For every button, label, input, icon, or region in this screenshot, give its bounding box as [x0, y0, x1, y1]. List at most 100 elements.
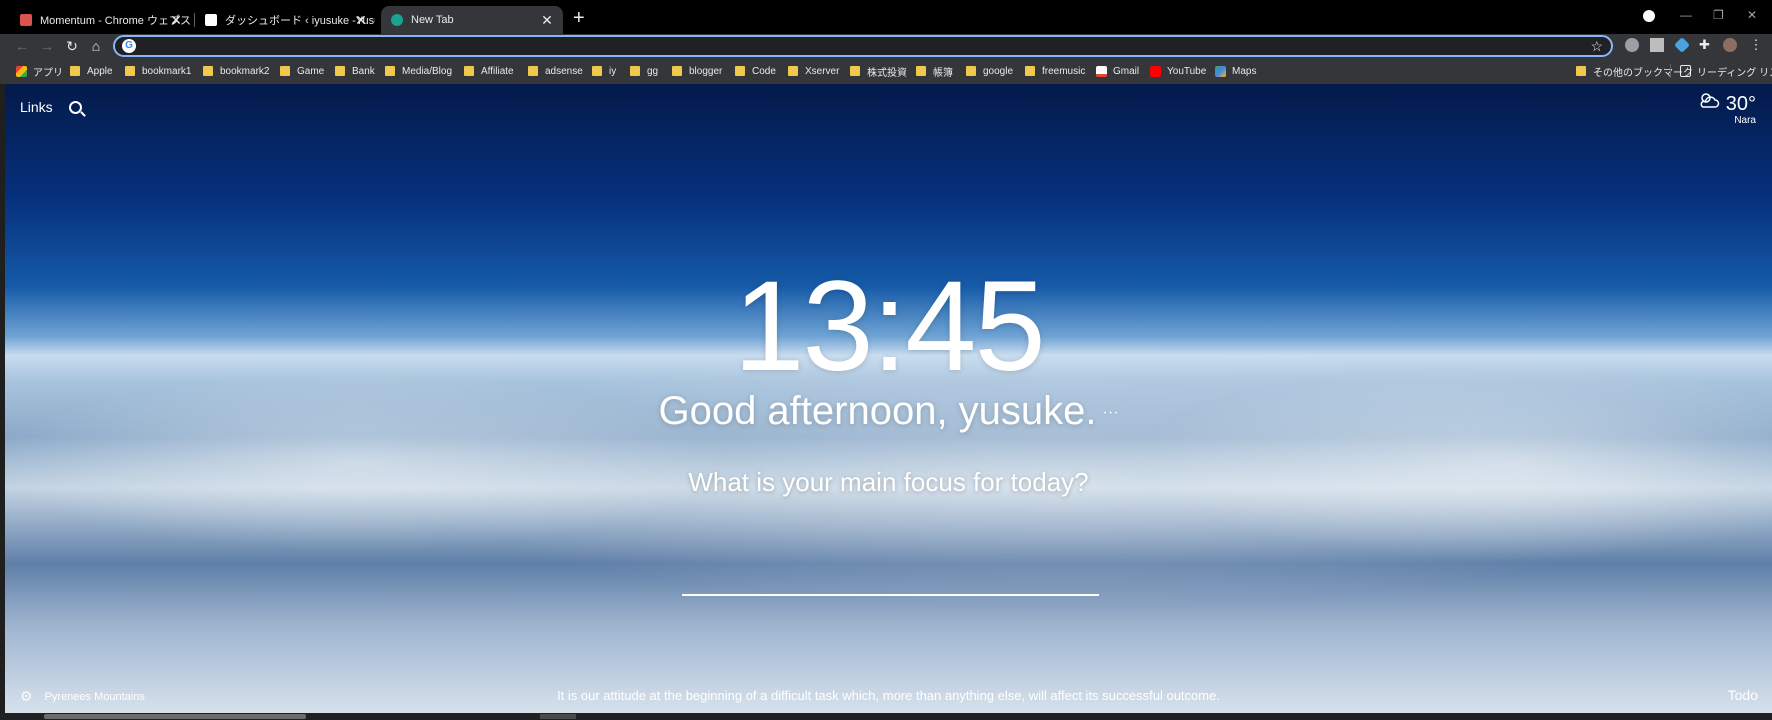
folder-icon [464, 66, 474, 76]
folder-icon [280, 66, 290, 76]
focus-question: What is your main focus for today? [688, 467, 1089, 497]
bookmark-item[interactable]: Bank [335, 64, 375, 78]
reload-icon[interactable]: ↻ [63, 37, 81, 55]
links-button[interactable]: Links [20, 99, 82, 115]
extension-icon[interactable] [1650, 38, 1664, 52]
search-icon[interactable] [68, 100, 82, 114]
bookmark-item[interactable]: Affiliate [464, 64, 514, 78]
bookmark-label: Xserver [805, 65, 840, 77]
folder-icon [788, 66, 798, 76]
apps-grid-icon [16, 65, 27, 77]
horizontal-scrollbar[interactable] [0, 713, 1772, 720]
bookmark-label: Maps [1232, 65, 1257, 77]
greeting-text: Good afternoon, yusuke. [658, 389, 1097, 433]
extension-icon[interactable] [1625, 38, 1639, 52]
folder-icon [672, 66, 682, 76]
folder-icon [592, 66, 602, 76]
daily-quote[interactable]: It is our attitude at the beginning of a… [5, 688, 1772, 703]
weather-widget[interactable]: 30° Nara [1698, 92, 1756, 126]
bookmark-maps[interactable]: Maps [1215, 64, 1256, 78]
bookmark-label: adsense [545, 65, 583, 77]
folder-icon [966, 66, 976, 76]
bookmark-item[interactable]: Game [280, 64, 324, 78]
bookmark-label: 帳簿 [933, 67, 953, 79]
reading-list-button[interactable]: リーディング リスト [1680, 64, 1772, 79]
bookmark-item[interactable]: blogger [672, 64, 722, 78]
close-tab-icon[interactable]: ✕ [168, 12, 184, 28]
back-icon[interactable]: ← [13, 37, 31, 55]
forward-icon[interactable]: → [38, 37, 56, 55]
bookmark-item[interactable]: Apple [70, 64, 113, 78]
bookmark-item[interactable]: bookmark1 [125, 64, 191, 78]
bookmark-item[interactable]: Media/Blog [385, 64, 452, 78]
bookmark-item[interactable]: freemusic [1025, 64, 1085, 78]
home-icon[interactable]: ⌂ [87, 37, 105, 55]
bookmark-item[interactable]: google [966, 64, 1013, 78]
todo-button[interactable]: Todo [1728, 687, 1758, 703]
folder-icon [203, 66, 213, 76]
bookmark-label: blogger [689, 65, 723, 77]
browser-toolbar: ← → ↻ ⌂ G ☆ ✚ ⋮ [0, 34, 1772, 58]
bookmark-label: Code [752, 65, 776, 77]
folder-icon [735, 66, 745, 76]
close-tab-icon[interactable]: ✕ [539, 12, 555, 28]
bookmark-other[interactable]: その他のブックマーク [1576, 64, 1693, 79]
tab-momentum-webstore[interactable]: Momentum - Chrome ウェブストア ✕ [10, 6, 192, 34]
bookmark-item[interactable]: 株式投資 [850, 64, 907, 79]
bookmark-label: bookmark2 [220, 65, 270, 77]
weather-city: Nara [1734, 115, 1756, 126]
folder-icon [630, 66, 640, 76]
close-tab-icon[interactable]: ✕ [353, 12, 369, 28]
bookmark-item[interactable]: bookmark2 [203, 64, 269, 78]
maps-icon [1215, 65, 1226, 77]
restore-icon[interactable]: ❐ [1713, 8, 1724, 22]
bookmark-label: Game [297, 65, 325, 77]
tab-strip: Momentum - Chrome ウェブストア ✕ ダッシュボード ‹ iyu… [0, 0, 1772, 34]
focus-input[interactable] [682, 594, 1099, 596]
bookmark-gmail[interactable]: Gmail [1096, 64, 1139, 78]
temperature: 30° [1725, 92, 1756, 115]
folder-icon [850, 66, 860, 76]
momentum-dashboard: Links 30° Nara 13:45 Good afternoon, yus… [5, 84, 1772, 715]
more-options-icon[interactable]: ··· [1103, 404, 1119, 421]
tab-dashboard[interactable]: ダッシュボード ‹ iyusuke -YusukeMiyazaki ✕ [195, 6, 377, 34]
youtube-icon [1150, 65, 1161, 77]
bookmark-label: Affiliate [481, 65, 514, 77]
extension-icon[interactable] [1674, 37, 1690, 53]
bookmarks-bar: アプリ Apple bookmark1 bookmark2 Game Bank … [0, 58, 1772, 85]
bookmark-star-icon[interactable]: ☆ [1590, 37, 1603, 55]
greeting: Good afternoon, yusuke. ··· [5, 388, 1772, 436]
folder-icon [70, 66, 80, 76]
menu-kebab-icon[interactable]: ⋮ [1749, 38, 1763, 52]
avatar[interactable] [1723, 38, 1737, 52]
bookmark-label: google [983, 65, 1014, 77]
bookmark-label: iy [609, 65, 617, 77]
reading-list-icon [1680, 65, 1691, 77]
tab-new-tab[interactable]: New Tab ✕ [381, 6, 563, 34]
gmail-icon [1096, 65, 1107, 77]
folder-icon [385, 66, 395, 76]
bookmark-item[interactable]: Xserver [788, 64, 839, 78]
bookmark-item[interactable]: Code [735, 64, 776, 78]
profile-download-icon[interactable] [1643, 10, 1655, 22]
bookmark-apps[interactable]: アプリ [16, 64, 63, 79]
folder-icon [1025, 66, 1035, 76]
clock: 13:45 [733, 255, 1045, 398]
folder-icon [528, 66, 538, 76]
scrollbar-thumb[interactable] [44, 714, 306, 719]
folder-icon [916, 66, 926, 76]
minimize-icon[interactable]: — [1680, 8, 1692, 22]
close-window-icon[interactable]: ✕ [1747, 8, 1757, 22]
new-tab-plus-icon[interactable]: + [573, 8, 585, 28]
puzzle-icon[interactable]: ✚ [1699, 38, 1713, 52]
address-bar[interactable]: G ☆ [113, 35, 1613, 57]
bookmark-youtube[interactable]: YouTube [1150, 64, 1206, 78]
bookmark-label: gg [647, 65, 659, 77]
webstore-icon [20, 14, 32, 26]
folder-icon [335, 66, 345, 76]
bookmark-item[interactable]: gg [630, 64, 658, 78]
bookmark-item[interactable]: 帳簿 [916, 64, 953, 79]
bookmark-label: 株式投資 [867, 67, 907, 79]
bookmark-item[interactable]: iy [592, 64, 616, 78]
bookmark-item[interactable]: adsense [528, 64, 583, 78]
